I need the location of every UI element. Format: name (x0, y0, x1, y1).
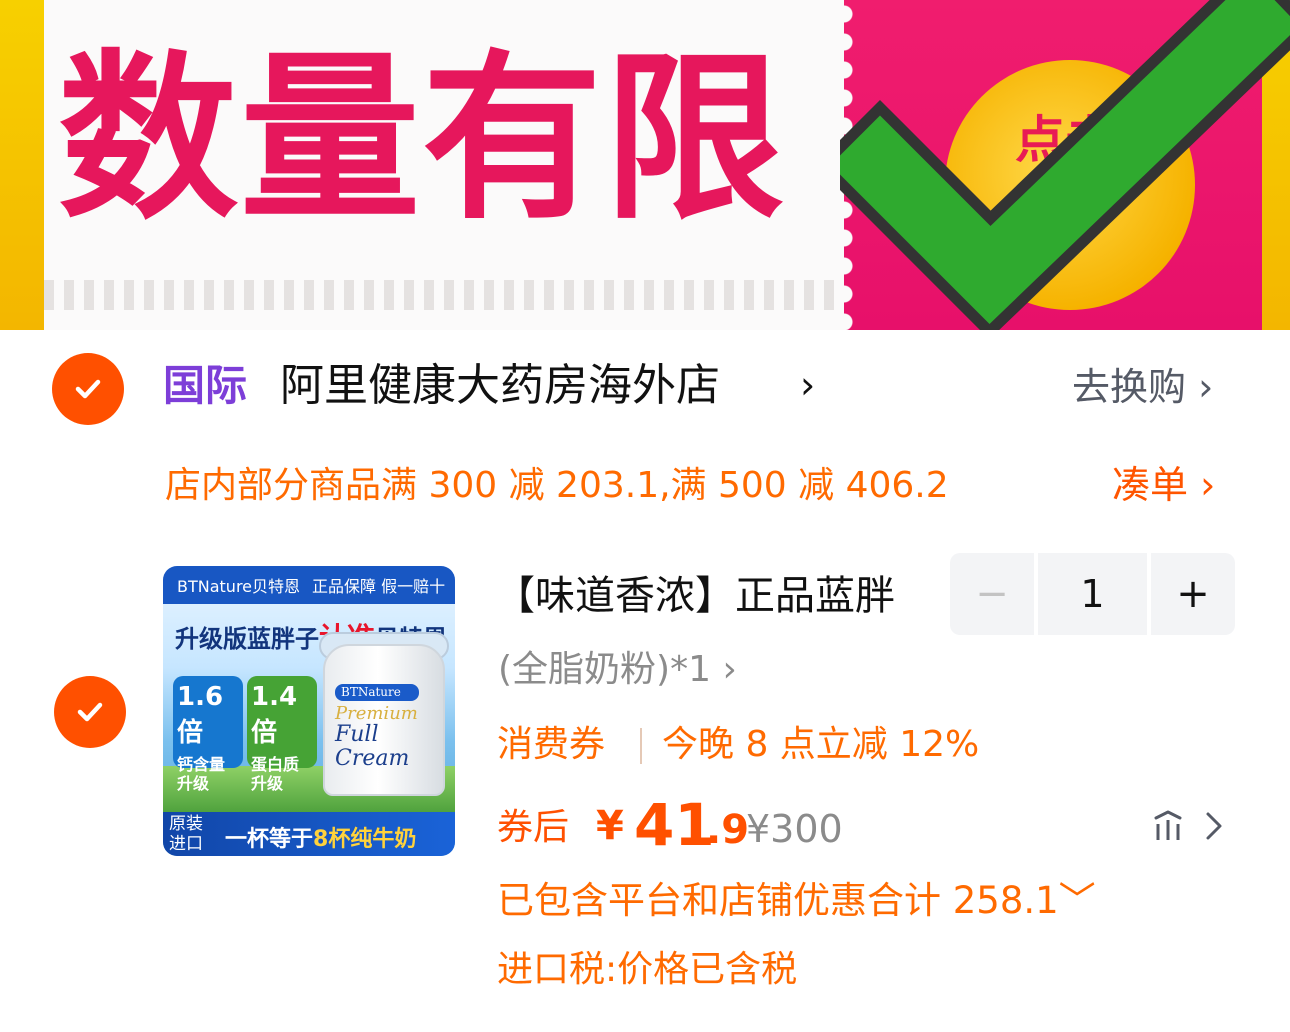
can-label: BTNature Premium Full Cream (335, 684, 435, 770)
chevron-right-icon[interactable]: › (800, 366, 815, 404)
increase-button[interactable]: + (1151, 553, 1235, 635)
exchange-link[interactable]: 去换购 › (1072, 368, 1213, 406)
item-select-checkbox[interactable] (54, 676, 126, 748)
can-brand: BTNature (335, 684, 419, 701)
import-tax-text: 进口税:价格已含税 (497, 949, 798, 990)
coupon-divider (640, 728, 642, 764)
image-bottom-pre: 一杯等于 (225, 827, 314, 852)
price-decimal: .9 (706, 807, 750, 853)
quantity-value[interactable]: 1 (1038, 553, 1147, 635)
badge-calcium-label: 钙含量升级 (177, 755, 226, 794)
badge-protein-label: 蛋白质升级 (251, 755, 300, 794)
green-check-icon (840, 0, 1290, 330)
chevron-right-icon: › (1200, 463, 1216, 507)
decrease-button[interactable]: − (950, 553, 1034, 635)
chevron-right-icon: › (1198, 365, 1214, 409)
image-badge-calcium: 1.6倍 钙含量升级 (173, 676, 243, 793)
price-currency: ¥ (596, 803, 624, 849)
image-bottom-slogan: 一杯等于8杯纯牛奶 (225, 821, 416, 853)
original-price: ¥300 (746, 807, 843, 851)
image-brand-line: BTNature贝特恩 (177, 577, 301, 596)
promo-banner[interactable]: 点击 数量有限 (0, 0, 1290, 330)
can-line2: Full Cream (335, 722, 410, 771)
image-origin: 原装进口 (169, 814, 203, 854)
price-trend-icon[interactable] (1150, 806, 1230, 846)
product-title[interactable]: 【味道香浓】正品蓝胖 (495, 576, 895, 616)
product-image[interactable]: BTNature贝特恩 正品保障 假一赔十 升级版蓝胖子认准贝特恩 1.6倍 钙… (163, 566, 455, 856)
discount-summary-toggle[interactable]: 已包含平台和店铺优惠合计 258.1﹀ (497, 882, 1096, 919)
coupon-label: 消费券 (497, 724, 606, 765)
exchange-label: 去换购 (1072, 365, 1187, 409)
image-top-strip: BTNature贝特恩 正品保障 假一赔十 (163, 566, 455, 604)
check-icon (75, 379, 101, 399)
coupon-text: 今晚 8 点立减 12% (662, 724, 980, 765)
badge-calcium-value: 1.6倍 (177, 682, 224, 748)
quantity-stepper: − 1 + (950, 553, 1235, 635)
image-slogan-pre: 升级版蓝胖子 (175, 625, 319, 653)
store-select-checkbox[interactable] (52, 353, 124, 425)
banner-title: 数量有限 (58, 35, 787, 244)
store-tag: 国际 (163, 361, 248, 410)
coudan-label: 凑单 (1112, 463, 1189, 507)
store-promo-text: 店内部分商品满 300 减 203.1,满 500 减 406.2 (165, 465, 949, 506)
price-integer: 41 (634, 791, 715, 859)
badge-protein-value: 1.4倍 (251, 682, 298, 748)
store-name-link[interactable]: 阿里健康大药房海外店 (280, 364, 720, 408)
after-coupon-label: 券后 (497, 807, 570, 848)
product-spec-selector[interactable]: (全脂奶粉)*1 › (498, 652, 737, 688)
check-icon (77, 702, 103, 722)
image-bottom-strip: 原装进口 一杯等于8杯纯牛奶 (163, 812, 455, 856)
image-badge-protein: 1.4倍 蛋白质升级 (247, 676, 317, 793)
can-line1: Premium (335, 702, 418, 724)
image-bottom-hl: 8杯纯牛奶 (313, 827, 417, 852)
coudan-link[interactable]: 凑单 › (1112, 466, 1215, 504)
image-guarantee: 正品保障 假一赔十 (312, 577, 446, 596)
